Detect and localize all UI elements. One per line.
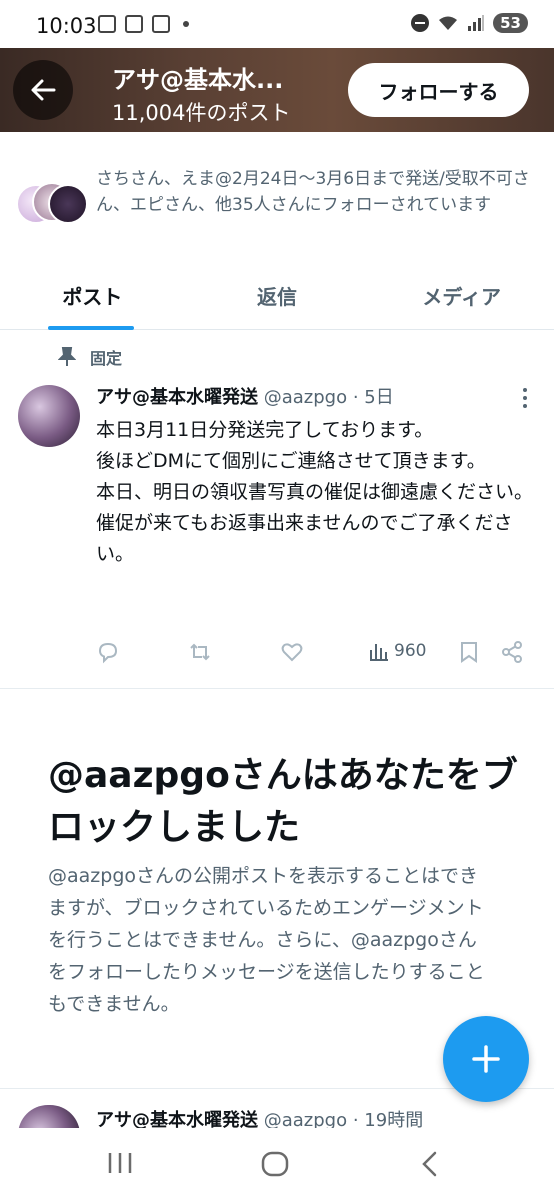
profile-header: アサ@基本水... 11,004件のポスト フォローする (0, 48, 554, 132)
pinned-label: 固定 (58, 345, 122, 369)
profile-name: アサ@基本水... (112, 66, 284, 94)
more-options-icon[interactable] (522, 388, 528, 408)
post-line: 本日、明日の領収書写真の催促は御遠慮ください。 (96, 481, 534, 503)
post-time[interactable]: 5日 (364, 387, 393, 408)
pin-icon (58, 347, 76, 366)
bookmark-button[interactable] (458, 640, 480, 664)
post-handle[interactable]: @aazpgo (264, 387, 347, 408)
tab-posts[interactable]: ポスト (0, 262, 185, 330)
home-icon (261, 1151, 289, 1177)
status-bar: 10:03 53 (0, 0, 554, 48)
tab-label: 返信 (257, 285, 297, 309)
post-actions: 960 (96, 640, 536, 668)
compose-button[interactable] (443, 1016, 529, 1102)
tab-label: ポスト (62, 285, 123, 309)
avatar (48, 184, 88, 224)
divider (0, 688, 554, 689)
x-app-icon (125, 15, 143, 33)
post-author[interactable]: アサ@基本水曜発送 (96, 387, 258, 408)
reply-button[interactable] (96, 640, 120, 664)
news-icon (152, 15, 170, 33)
follower-avatars (16, 182, 88, 224)
recent-apps-icon (108, 1153, 132, 1173)
repost-icon (190, 643, 210, 661)
post-line: 本日3月11日分発送完了しております。 (96, 419, 434, 441)
pinned-text: 固定 (90, 349, 123, 368)
tab-label: メディア (422, 285, 501, 309)
views-count: 960 (394, 641, 427, 661)
post-header: アサ@基本水曜発送 @aazpgo · 19時間 (96, 1106, 423, 1130)
separator-dot: · (352, 387, 365, 408)
avatar[interactable] (18, 385, 80, 447)
views-button[interactable]: 960 (368, 640, 426, 662)
post-line: 後ほどDMにて個別にご連絡させて頂きます。 (96, 450, 486, 472)
screenshot-icon (98, 15, 116, 33)
chevron-left-icon (422, 1151, 437, 1177)
home-button[interactable] (260, 1150, 290, 1182)
heart-icon (281, 643, 303, 662)
plus-icon (472, 1045, 500, 1073)
repost-button[interactable] (188, 640, 212, 664)
wifi-icon (439, 16, 458, 30)
blocked-title: @aazpgoさんはあなたをブロックしました (48, 755, 518, 848)
system-nav-bar (0, 1128, 554, 1200)
post-time[interactable]: 19時間 (364, 1110, 423, 1130)
post-line: 催促が来てもお返事出来ませんのでご了承ください。 (96, 512, 513, 565)
do-not-disturb-icon (411, 14, 430, 32)
back-nav-button[interactable] (418, 1150, 442, 1182)
views-icon (370, 644, 388, 661)
post-header: アサ@基本水曜発送 @aazpgo · 5日 (96, 383, 394, 409)
post-count: 11,004件のポスト (112, 101, 291, 125)
share-button[interactable] (500, 640, 524, 664)
share-icon (502, 641, 522, 663)
profile-tabs: ポスト 返信 メディア (0, 262, 554, 330)
active-tab-indicator (48, 326, 134, 330)
status-time: 10:03 (36, 14, 97, 38)
follow-button[interactable]: フォローする (348, 63, 529, 117)
tab-replies[interactable]: 返信 (185, 262, 370, 329)
arrow-left-icon (31, 79, 56, 101)
followed-by[interactable]: さちさん、えま@2月24日〜3月6日まで発送/受取不可さん、エピさん、他35人さ… (0, 164, 554, 244)
tab-media[interactable]: メディア (369, 262, 554, 329)
notification-icons (98, 15, 189, 33)
recent-apps-button[interactable] (106, 1150, 134, 1180)
signal-icon (468, 15, 485, 31)
reply-icon (98, 642, 118, 664)
more-notifications-icon (183, 21, 189, 27)
separator-dot: · (352, 1110, 365, 1130)
post-text[interactable]: 本日3月11日分発送完了しております。 後ほどDMにて個別にご連絡させて頂きます… (96, 415, 536, 570)
back-button[interactable] (13, 60, 73, 120)
post-author[interactable]: アサ@基本水曜発送 (96, 1110, 258, 1130)
like-button[interactable] (280, 640, 304, 664)
followed-by-text: さちさん、えま@2月24日〜3月6日まで発送/受取不可さん、エピさん、他35人さ… (96, 169, 530, 215)
post-handle[interactable]: @aazpgo (264, 1110, 347, 1130)
system-icons: 53 (411, 13, 528, 33)
bookmark-icon (461, 642, 477, 663)
blocked-body: @aazpgoさんの公開ポストを表示することはできますが、ブロックされているため… (48, 865, 485, 1015)
battery-indicator: 53 (493, 13, 528, 33)
